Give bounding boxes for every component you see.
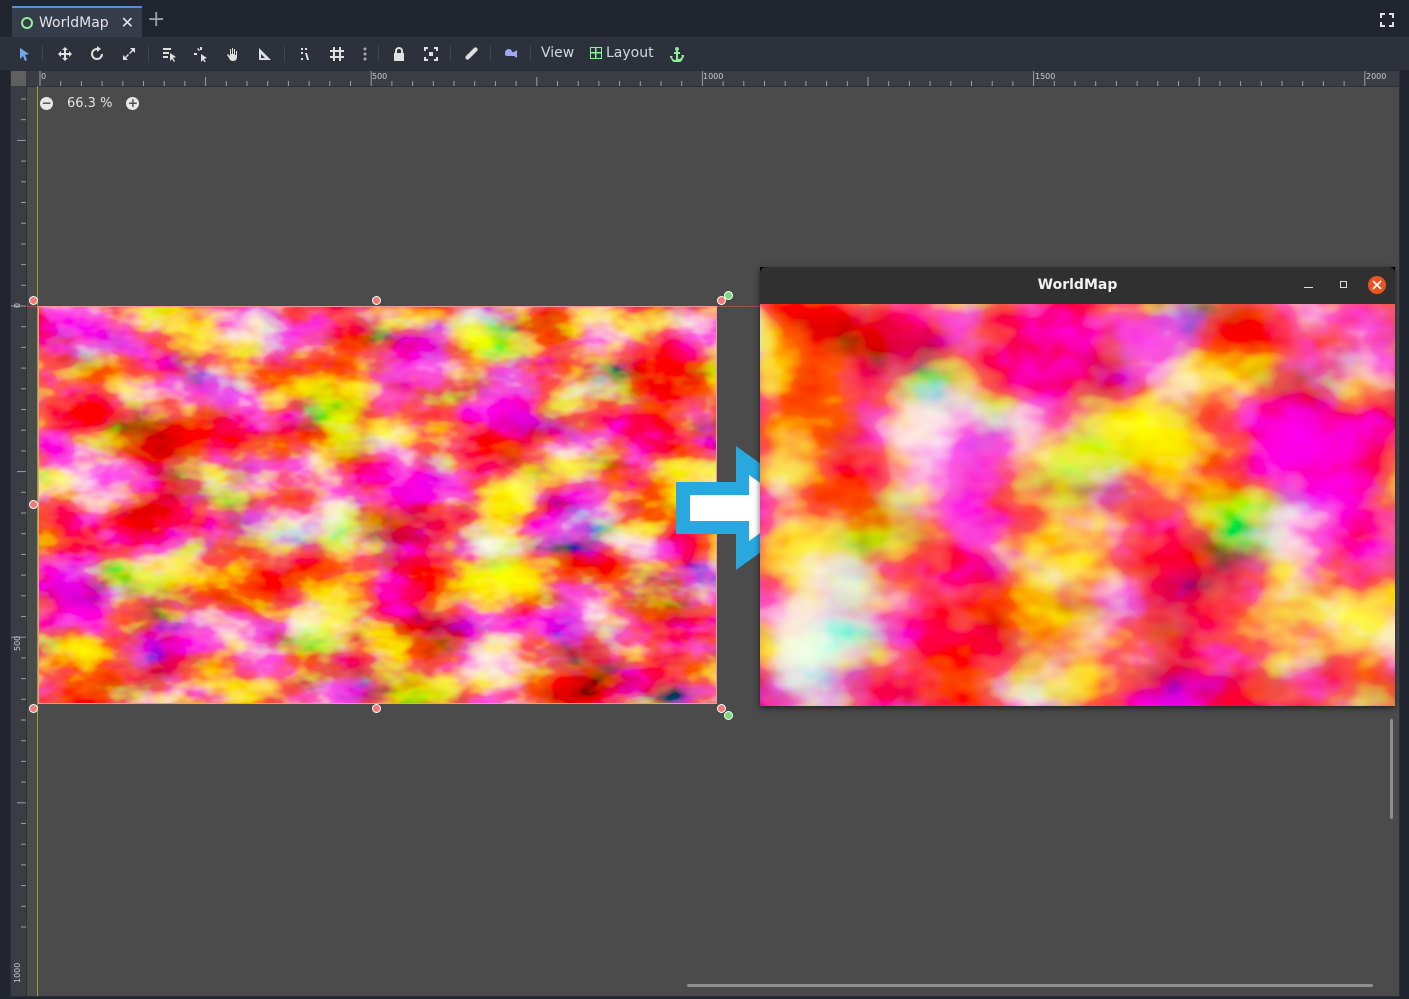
canvas-toolbar: View Layout [0,38,1409,70]
more-icon [363,47,367,61]
zoom-in-button[interactable]: + [126,97,140,110]
resize-handle[interactable] [372,704,381,713]
ruler-label: 500 [372,72,388,81]
smart-snap-icon [301,48,309,60]
ruler-label: 0 [13,302,22,308]
scene-tab-worldmap[interactable]: WorldMap ✕ [12,6,142,37]
vertical-ruler: 0 500 1000 [11,86,27,996]
toolbar-separator [148,46,149,62]
group-icon [424,47,438,61]
pivot-button[interactable] [190,43,212,65]
rotate-mode-button[interactable] [86,43,108,65]
close-icon [1372,280,1382,290]
toolbar-separator [530,46,531,62]
toolbar-separator [450,46,451,62]
noise-texture-rect[interactable] [38,306,717,704]
toolbar-separator [284,46,285,62]
view-menu-button[interactable]: View [541,45,574,61]
vertical-ruler-ticks [11,98,26,928]
ruler-corner [11,71,26,86]
resize-handle[interactable] [372,296,381,305]
game-window-title: WorldMap [1037,277,1118,293]
move-mode-button[interactable] [54,43,76,65]
anchor-handle[interactable] [724,291,733,300]
pan-mode-button[interactable] [222,43,244,65]
resize-handle[interactable] [29,500,38,509]
select-icon [20,48,29,61]
zoom-out-button[interactable]: − [40,97,53,110]
grid-snap-icon [330,47,344,61]
ruler-label: 1500 [1035,72,1056,81]
anchor-button[interactable] [666,43,688,65]
pan-icon [227,48,237,61]
distraction-free-icon[interactable] [1379,12,1395,28]
game-window-content [760,304,1395,706]
close-window-button[interactable] [1368,276,1386,294]
ruler-label: 1000 [703,72,724,81]
skeleton-button[interactable] [460,43,482,65]
game-window[interactable]: WorldMap [760,267,1395,706]
game-window-titlebar[interactable]: WorldMap [760,267,1395,304]
zoom-control: − 66.3 % + [40,96,140,111]
move-icon [58,47,72,61]
zoom-level[interactable]: 66.3 % [67,96,112,111]
ruler-label: 2000 [1366,72,1387,81]
toolbar-separator [490,46,491,62]
grid-snap-button[interactable] [326,43,348,65]
group-button[interactable] [420,43,442,65]
toolbar-separator [378,46,379,62]
ruler-icon [259,48,271,60]
toolbar-separator [42,46,43,62]
add-tab-icon[interactable]: + [147,7,165,32]
resize-handle[interactable] [29,704,38,713]
ruler-mode-button[interactable] [254,43,276,65]
camera-override-button[interactable] [500,43,522,65]
smart-snap-button[interactable] [295,43,317,65]
ruler-label: 0 [41,72,47,81]
ruler-label: 1000 [13,962,22,983]
ruler-label: 500 [13,635,22,651]
list-select-button[interactable] [158,43,180,65]
minimize-button[interactable] [1303,277,1315,291]
node-ring-icon [21,16,33,29]
bone-icon [465,47,478,60]
scale-icon [123,48,135,60]
camera-icon [505,49,517,58]
horizontal-ruler: 0 500 1000 1500 2000 [26,71,1399,87]
scene-tab-bar: WorldMap ✕ + [0,0,1409,38]
scene-tab-label: WorldMap [39,14,109,31]
snap-options-button[interactable] [354,43,376,65]
layout-grid-icon [590,47,602,59]
layout-menu-button[interactable]: Layout [590,45,654,61]
scale-mode-button[interactable] [118,43,140,65]
lock-icon [394,47,404,61]
select-mode-button[interactable] [14,43,36,65]
rotate-icon [91,46,103,60]
pivot-icon [194,47,207,62]
vertical-scrollbar[interactable] [1390,719,1393,819]
maximize-button[interactable] [1337,277,1351,291]
list-select-icon [163,48,176,62]
close-tab-icon[interactable]: ✕ [121,13,134,32]
noise-texture-image-runtime [760,304,1395,706]
lock-button[interactable] [388,43,410,65]
layout-menu-label: Layout [606,45,654,61]
horizontal-scrollbar[interactable] [687,984,1373,987]
anchor-icon [670,47,684,62]
noise-texture-image [39,307,716,703]
anchor-handle[interactable] [724,711,733,720]
resize-handle[interactable] [29,296,38,305]
